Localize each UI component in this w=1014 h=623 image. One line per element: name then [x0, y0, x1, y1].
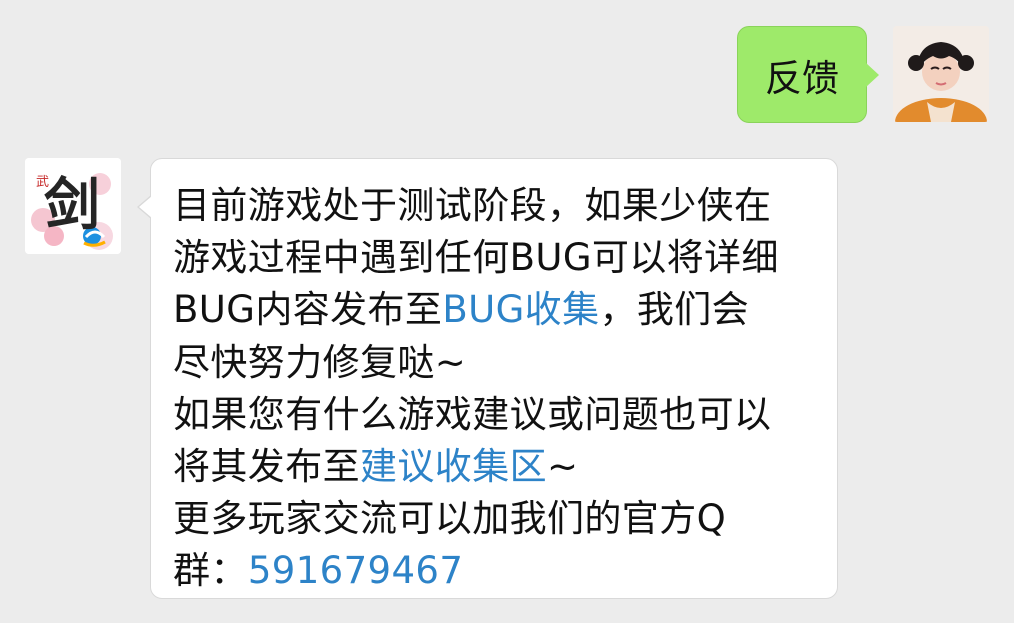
official-account-avatar[interactable]: 武 剑 — [25, 158, 121, 254]
game-logo-jian-icon: 武 剑 — [25, 158, 121, 254]
received-message-bubble[interactable]: 目前游戏处于测试阶段，如果少侠在 游戏过程中遇到任何BUG可以将详细 BUG内容… — [137, 158, 838, 599]
bug-collection-link[interactable]: BUG收集 — [442, 288, 599, 331]
message-line-2: 游戏过程中遇到任何BUG可以将详细 — [173, 236, 779, 280]
message-line-4: 尽快努力修复哒~ — [173, 340, 467, 384]
logo-main-text: 剑 — [44, 172, 100, 238]
user-avatar-portrait-icon — [893, 26, 989, 122]
message-line-1: 目前游戏处于测试阶段，如果少侠在 — [173, 184, 772, 227]
message-line-3: BUG内容发布至BUG收集，我们会 — [173, 288, 750, 332]
sent-message-bubble[interactable]: 反馈 — [737, 26, 879, 123]
user-avatar[interactable] — [893, 26, 989, 122]
message-line-6: 将其发布至建议收集区~ — [173, 445, 579, 489]
sent-message-text: 反馈 — [765, 56, 839, 100]
message-line-8: 群：591679467 — [173, 549, 464, 593]
message-line-5: 如果您有什么游戏建议或问题也可以 — [173, 392, 772, 436]
suggestion-collection-link[interactable]: 建议收集区 — [360, 445, 547, 488]
qq-group-number-link[interactable]: 591679467 — [248, 549, 463, 592]
message-line-7: 更多玩家交流可以加我们的官方Q — [173, 497, 727, 541]
